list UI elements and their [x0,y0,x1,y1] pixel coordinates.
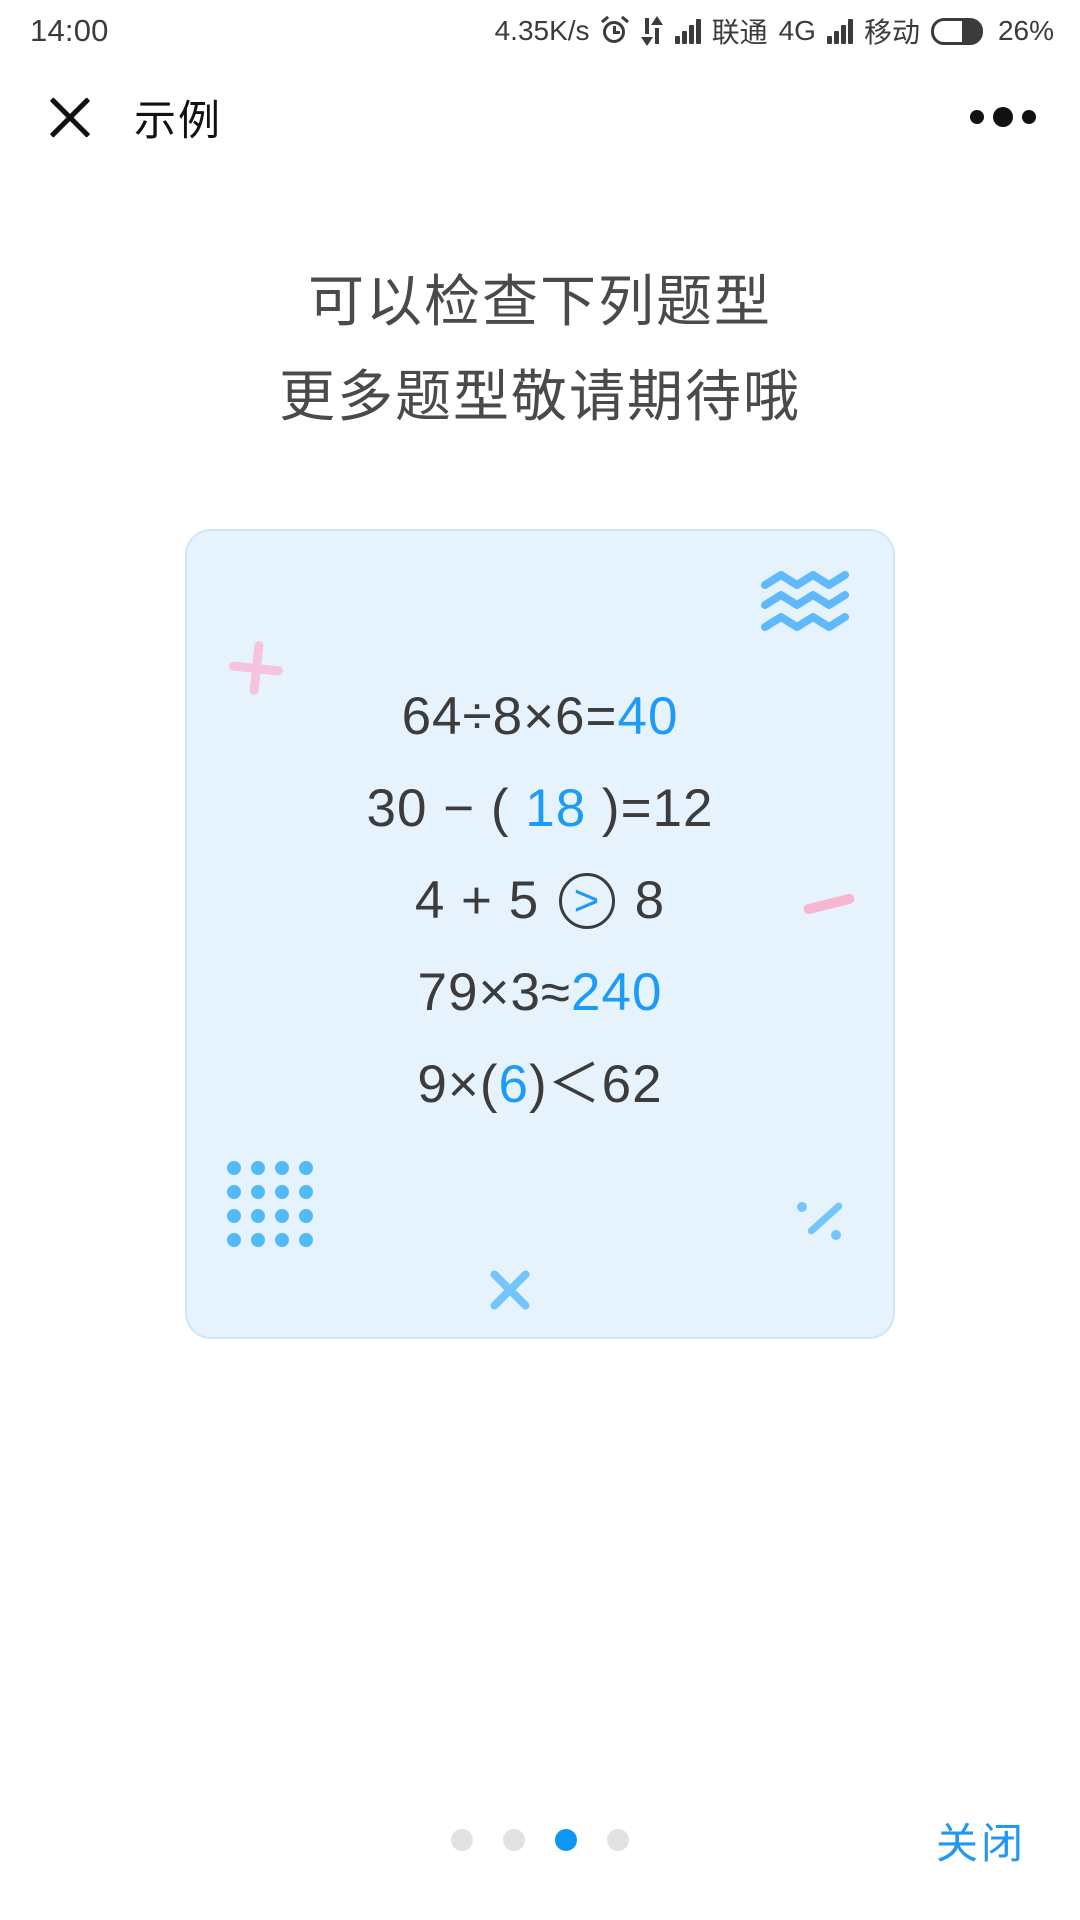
pagination-dot-2[interactable] [503,1829,525,1851]
multiply-icon [487,1266,533,1312]
alarm-clock-icon [600,15,629,45]
more-dots-icon[interactable] [970,107,1036,127]
circled-comparison-answer: > [558,873,615,929]
equation-row: 30 − ( 18 )=12 [367,763,714,855]
equation-answer: 6 [498,1055,529,1114]
pagination-dot-4[interactable] [607,1829,629,1851]
status-bar: 14:00 4.35K/s 联通 4G 移动 26% [0,0,1080,62]
example-card: 64÷8×6= 40 30 − ( 18 )=12 4 + 5 > 8 79×3… [185,529,895,1339]
status-time: 14:00 [30,13,109,48]
signal-bars-icon-2 [826,18,853,44]
footer-bar: 关闭 [0,1760,1080,1920]
equation-prefix: 30 − ( [366,779,526,838]
equation-suffix: 8 [618,871,666,930]
carrier-name-1: 联通 [711,17,768,48]
equation-prefix: 64÷8×6= [401,687,618,746]
equation-suffix: )=12 [586,779,714,838]
equation-answer: 18 [525,779,587,838]
network-speed: 4.35K/s [494,15,590,46]
heading-line-1: 可以检查下列题型 [308,270,772,333]
equation-list: 64÷8×6= 40 30 − ( 18 )=12 4 + 5 > 8 79×3… [187,671,893,1131]
battery-icon [930,17,983,45]
page-title: 示例 [134,96,223,144]
pagination-dot-3[interactable] [555,1829,577,1851]
dot-grid-icon [227,1161,323,1257]
close-button[interactable]: 关闭 [936,1810,1026,1871]
equation-row: 79×3≈ 240 [418,947,663,1039]
equation-row: 9×( 6 )＜62 [417,1039,662,1131]
battery-percent: 26% [997,15,1054,46]
nav-bar: 示例 [0,62,1080,172]
equation-row: 64÷8×6= 40 [402,671,679,763]
close-x-icon[interactable] [46,93,94,141]
equation-prefix: 9×( [417,1055,499,1114]
equation-prefix: 79×3≈ [417,963,572,1022]
waves-icon [759,569,855,640]
headings-block: 可以检查下列题型 更多题型敬请期待哦 [0,254,1080,444]
heading-line-2: 更多题型敬请期待哦 [279,365,801,428]
data-transfer-icon [640,16,664,46]
pagination-dots[interactable] [451,1829,629,1851]
equation-suffix: )＜62 [528,1055,663,1114]
equation-answer: 40 [617,687,679,746]
network-type: 4G [778,15,816,46]
equation-answer: 240 [571,963,663,1022]
pagination-dot-1[interactable] [451,1829,473,1851]
carrier-name-2: 移动 [863,17,920,48]
equation-prefix: 4 + 5 [414,871,555,930]
equation-row: 4 + 5 > 8 [415,855,665,947]
signal-bars-icon-1 [674,18,701,44]
divide-icon [795,1196,844,1242]
